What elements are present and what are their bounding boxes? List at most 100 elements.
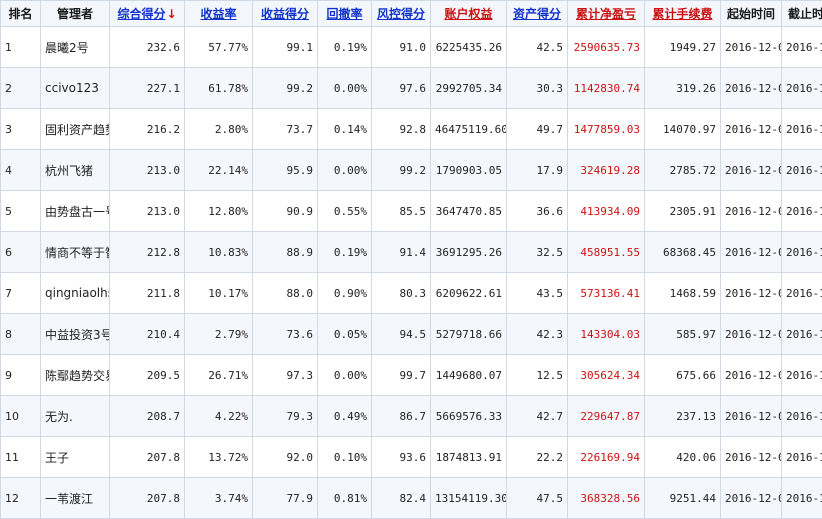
cell-asset-score: 30.3 xyxy=(507,68,568,109)
column-header-label[interactable]: 账户权益 xyxy=(444,7,492,21)
cell-return-rate: 61.78% xyxy=(185,68,253,109)
table-row: 4杭州飞猪213.022.14%95.90.00%99.21790903.051… xyxy=(1,150,822,191)
cell-drawdown: 0.14% xyxy=(318,109,372,150)
cell-end: 2016-12-08 xyxy=(782,314,822,355)
cell-return-score: 92.0 xyxy=(253,437,318,478)
cell-fees: 2785.72 xyxy=(645,150,721,191)
column-header-manager: 管理者 xyxy=(41,1,110,27)
cell-risk-score: 99.7 xyxy=(372,355,431,396)
cell-return-score: 88.9 xyxy=(253,232,318,273)
cell-end: 2016-12-07 xyxy=(782,27,822,68)
cell-fees: 68368.45 xyxy=(645,232,721,273)
column-header-net-pnl[interactable]: 累计净盈亏 xyxy=(568,1,645,27)
column-header-label[interactable]: 风控得分 xyxy=(377,7,425,21)
column-header-start: 起始时间 xyxy=(721,1,782,27)
cell-equity: 6209622.61 xyxy=(431,273,507,314)
column-header-composite[interactable]: 综合得分↓ xyxy=(110,1,185,27)
cell-return-score: 90.9 xyxy=(253,191,318,232)
cell-composite: 213.0 xyxy=(110,191,185,232)
cell-equity: 46475119.60 xyxy=(431,109,507,150)
ranking-table: 排名 管理者 综合得分↓ 收益率 收益得分 回撤率 风控得分 账户权益 资产得分 累计净盈亏 累计手… xyxy=(0,0,822,519)
cell-manager: ccivo123 xyxy=(41,68,110,109)
cell-return-rate: 10.17% xyxy=(185,273,253,314)
cell-drawdown: 0.05% xyxy=(318,314,372,355)
cell-end: 2016-12-08 xyxy=(782,232,822,273)
cell-return-score: 73.6 xyxy=(253,314,318,355)
column-header-risk-score[interactable]: 风控得分 xyxy=(372,1,431,27)
cell-return-score: 97.3 xyxy=(253,355,318,396)
cell-manager: 杭州飞猪 xyxy=(41,150,110,191)
cell-net-pnl: 229647.87 xyxy=(568,396,645,437)
column-header-fees[interactable]: 累计手续费 xyxy=(645,1,721,27)
cell-rank: 6 xyxy=(1,232,41,273)
cell-return-rate: 57.77% xyxy=(185,27,253,68)
cell-composite: 210.4 xyxy=(110,314,185,355)
table-row: 5由势盘古一号213.012.80%90.90.55%85.53647470.8… xyxy=(1,191,822,232)
cell-manager: qingniaolhs xyxy=(41,273,110,314)
cell-start: 2016-12-01 xyxy=(721,68,782,109)
cell-composite: 207.8 xyxy=(110,437,185,478)
cell-manager: 中益投资3号 xyxy=(41,314,110,355)
cell-net-pnl: 413934.09 xyxy=(568,191,645,232)
cell-drawdown: 0.00% xyxy=(318,355,372,396)
cell-drawdown: 0.19% xyxy=(318,232,372,273)
cell-start: 2016-12-01 xyxy=(721,355,782,396)
cell-fees: 9251.44 xyxy=(645,478,721,519)
table-row: 9陈鄢趋势交易209.526.71%97.30.00%99.71449680.0… xyxy=(1,355,822,396)
cell-fees: 585.97 xyxy=(645,314,721,355)
cell-asset-score: 42.7 xyxy=(507,396,568,437)
cell-rank: 11 xyxy=(1,437,41,478)
cell-drawdown: 0.19% xyxy=(318,27,372,68)
cell-net-pnl: 143304.03 xyxy=(568,314,645,355)
cell-net-pnl: 1477859.03 xyxy=(568,109,645,150)
column-header-label[interactable]: 回撤率 xyxy=(326,7,362,21)
column-header-label: 管理者 xyxy=(57,7,93,21)
table-row: 8中益投资3号210.42.79%73.60.05%94.55279718.66… xyxy=(1,314,822,355)
cell-asset-score: 22.2 xyxy=(507,437,568,478)
column-header-drawdown[interactable]: 回撤率 xyxy=(318,1,372,27)
cell-rank: 7 xyxy=(1,273,41,314)
column-header-label[interactable]: 累计净盈亏 xyxy=(576,7,636,21)
column-header-return-score[interactable]: 收益得分 xyxy=(253,1,318,27)
cell-fees: 420.06 xyxy=(645,437,721,478)
cell-return-score: 99.2 xyxy=(253,68,318,109)
cell-risk-score: 97.6 xyxy=(372,68,431,109)
cell-composite: 211.8 xyxy=(110,273,185,314)
cell-return-rate: 10.83% xyxy=(185,232,253,273)
cell-end: 2016-12-08 xyxy=(782,191,822,232)
table-row: 11王子207.813.72%92.00.10%93.61874813.9122… xyxy=(1,437,822,478)
cell-return-score: 95.9 xyxy=(253,150,318,191)
cell-risk-score: 93.6 xyxy=(372,437,431,478)
column-header-return-rate[interactable]: 收益率 xyxy=(185,1,253,27)
sort-desc-icon: ↓ xyxy=(166,7,176,21)
table-row: 10无为.208.74.22%79.30.49%86.75669576.3342… xyxy=(1,396,822,437)
cell-start: 2016-12-01 xyxy=(721,232,782,273)
cell-fees: 675.66 xyxy=(645,355,721,396)
column-header-label[interactable]: 收益率 xyxy=(200,7,236,21)
column-header-label[interactable]: 资产得分 xyxy=(513,7,561,21)
cell-equity: 3691295.26 xyxy=(431,232,507,273)
column-header-label[interactable]: 综合得分 xyxy=(117,7,165,21)
cell-rank: 5 xyxy=(1,191,41,232)
cell-asset-score: 47.5 xyxy=(507,478,568,519)
cell-return-score: 99.1 xyxy=(253,27,318,68)
column-header-label: 排名 xyxy=(8,7,32,21)
cell-return-score: 77.9 xyxy=(253,478,318,519)
cell-equity: 6225435.26 xyxy=(431,27,507,68)
cell-return-rate: 22.14% xyxy=(185,150,253,191)
column-header-label[interactable]: 收益得分 xyxy=(261,7,309,21)
cell-fees: 14070.97 xyxy=(645,109,721,150)
cell-composite: 227.1 xyxy=(110,68,185,109)
column-header-label[interactable]: 累计手续费 xyxy=(652,7,712,21)
cell-manager: 一苇渡江 xyxy=(41,478,110,519)
cell-return-rate: 26.71% xyxy=(185,355,253,396)
cell-return-score: 73.7 xyxy=(253,109,318,150)
cell-start: 2016-12-01 xyxy=(721,478,782,519)
cell-drawdown: 0.49% xyxy=(318,396,372,437)
cell-net-pnl: 324619.28 xyxy=(568,150,645,191)
table-row: 2ccivo123227.161.78%99.20.00%97.62992705… xyxy=(1,68,822,109)
column-header-asset-score[interactable]: 资产得分 xyxy=(507,1,568,27)
cell-end: 2016-12-08 xyxy=(782,355,822,396)
table-row: 7qingniaolhs211.810.17%88.00.90%80.36209… xyxy=(1,273,822,314)
column-header-equity[interactable]: 账户权益 xyxy=(431,1,507,27)
